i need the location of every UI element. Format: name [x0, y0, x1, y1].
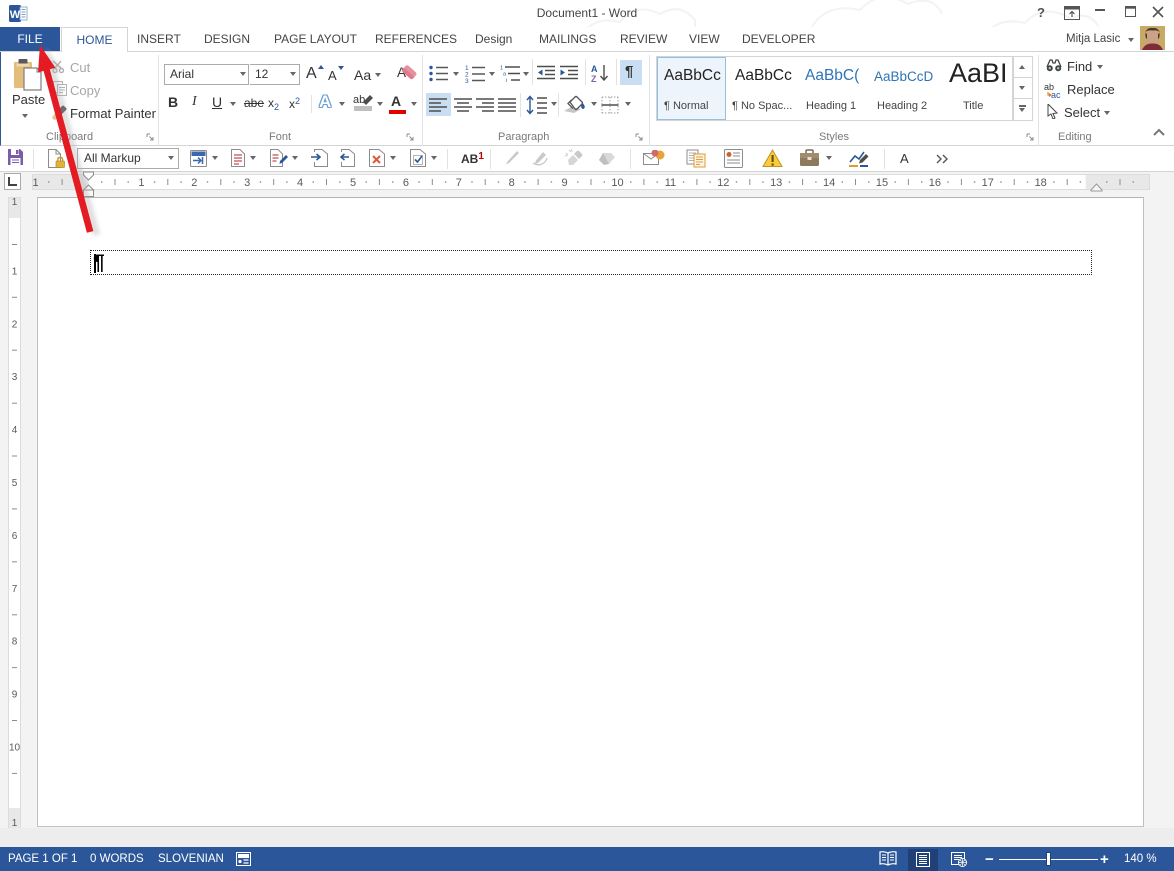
svg-text:16: 16 — [929, 177, 941, 189]
svg-text:5: 5 — [12, 478, 18, 489]
svg-text:1: 1 — [12, 197, 18, 208]
svg-text:2: 2 — [191, 177, 197, 189]
svg-text:4: 4 — [297, 177, 303, 189]
svg-text:3: 3 — [465, 78, 469, 83]
svg-text:13: 13 — [770, 177, 782, 189]
svg-text:ac: ac — [1051, 90, 1061, 98]
svg-text:A: A — [591, 64, 598, 74]
svg-text:8: 8 — [12, 637, 18, 648]
svg-text:4: 4 — [12, 425, 18, 436]
svg-text:1: 1 — [138, 177, 144, 189]
svg-text:12: 12 — [717, 177, 729, 189]
svg-text:1: 1 — [12, 266, 18, 277]
svg-text:11: 11 — [665, 177, 676, 189]
svg-text:5: 5 — [350, 177, 356, 189]
svg-text:8: 8 — [509, 177, 515, 189]
svg-text:3: 3 — [244, 177, 250, 189]
svg-text:9: 9 — [562, 177, 568, 189]
svg-text:a: a — [503, 72, 507, 78]
svg-text:i: i — [506, 78, 507, 83]
svg-text:3: 3 — [12, 372, 18, 383]
svg-text:15: 15 — [876, 177, 888, 189]
svg-text:14: 14 — [823, 177, 835, 189]
svg-text:Z: Z — [591, 74, 597, 84]
svg-text:2: 2 — [12, 319, 18, 330]
svg-text:6: 6 — [12, 531, 18, 542]
svg-text:18: 18 — [1035, 177, 1047, 189]
svg-text:ab: ab — [353, 94, 365, 106]
svg-text:10: 10 — [9, 743, 21, 754]
svg-text:1: 1 — [33, 177, 39, 189]
svg-text:7: 7 — [456, 177, 462, 189]
svg-text:17: 17 — [982, 177, 994, 189]
svg-text:6: 6 — [403, 177, 409, 189]
svg-text:7: 7 — [12, 584, 18, 595]
svg-text:10: 10 — [611, 177, 623, 189]
svg-text:9: 9 — [12, 690, 18, 701]
